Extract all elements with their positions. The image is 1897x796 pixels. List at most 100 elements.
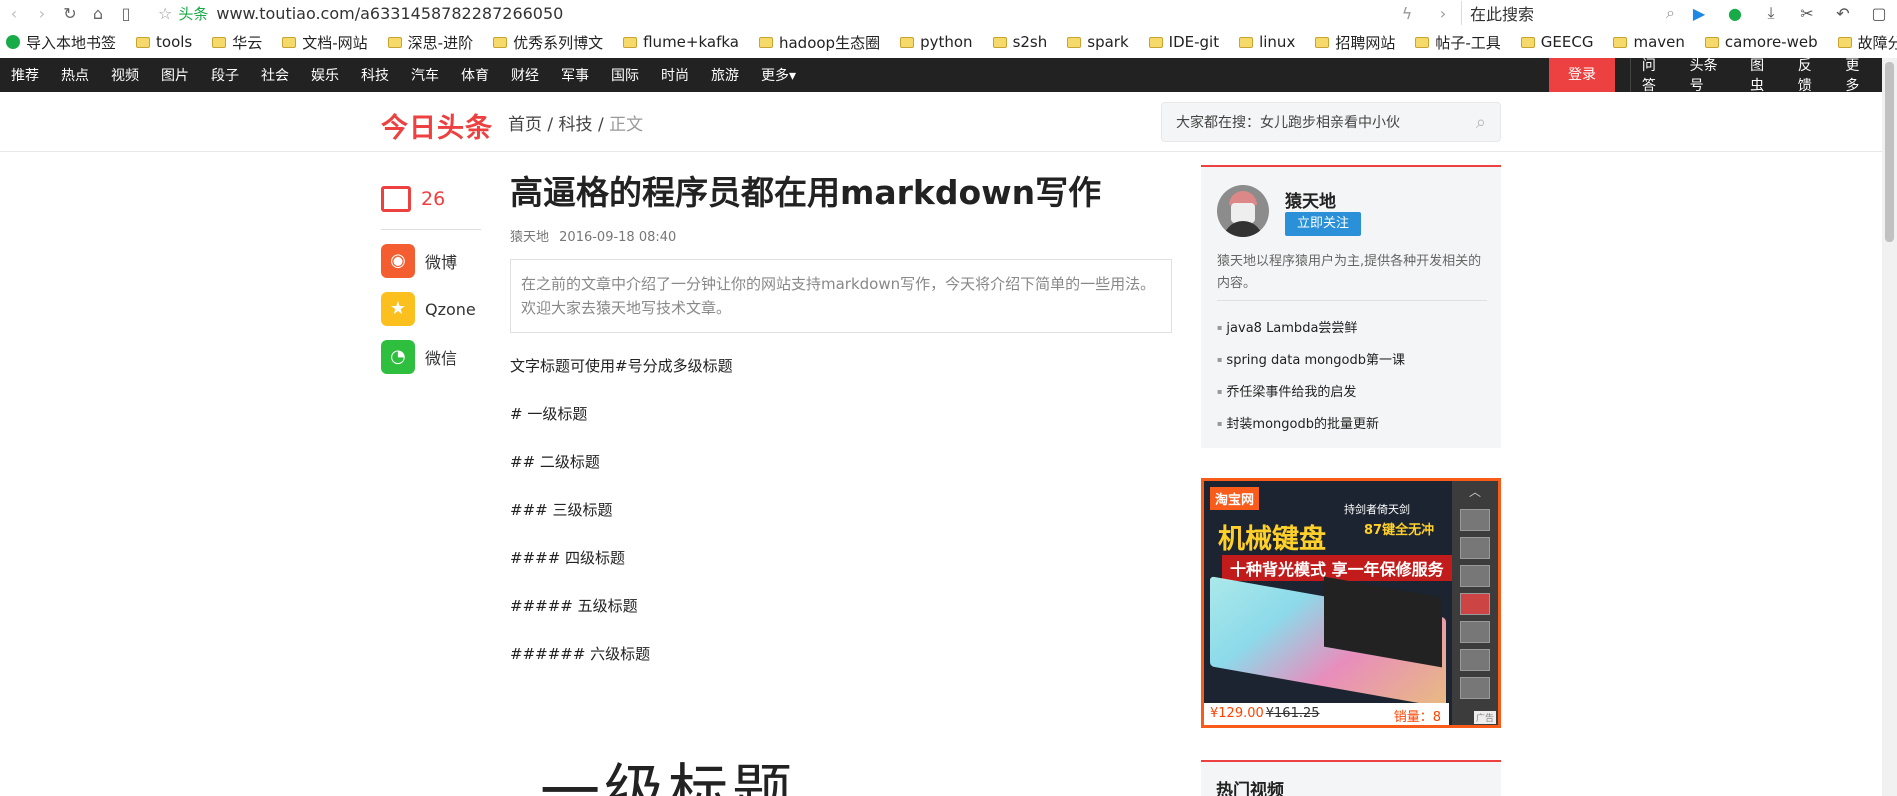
nav-item[interactable]: 汽车	[400, 65, 450, 85]
scrollbar[interactable]	[1882, 58, 1897, 796]
bookmark-folder[interactable]: 优秀系列博文	[493, 32, 603, 53]
import-icon	[6, 35, 20, 49]
nav-item[interactable]: 科技	[350, 65, 400, 85]
bookmark-folder[interactable]: 故障分析	[1837, 32, 1897, 53]
forward-icon[interactable]: ›	[28, 4, 56, 23]
thumbnail[interactable]	[1460, 509, 1490, 531]
nav-item[interactable]: 国际	[600, 65, 650, 85]
bookmark-folder[interactable]: IDE-git	[1148, 33, 1219, 51]
bookmark-folder[interactable]: GEECG	[1520, 33, 1593, 51]
nav-item[interactable]: 热点	[50, 65, 100, 85]
thumbnail[interactable]	[1460, 621, 1490, 643]
article-paragraph: ### 三级标题	[510, 501, 613, 519]
nav-item[interactable]: 娱乐	[300, 65, 350, 85]
article-author[interactable]: 猿天地	[510, 230, 549, 245]
list-item[interactable]: 乔任梁事件给我的启发	[1217, 376, 1492, 408]
nav-right-item[interactable]: 图虫	[1739, 55, 1787, 95]
nav-item[interactable]: 体育	[450, 65, 500, 85]
nav-item[interactable]: 视频	[100, 65, 150, 85]
nav-item[interactable]: 旅游	[700, 65, 750, 85]
list-item[interactable]: 封装mongodb的批量更新	[1217, 408, 1492, 440]
bookmark-folder[interactable]: python	[900, 33, 973, 51]
reader-icon[interactable]: ▯	[112, 4, 140, 23]
thumbnail[interactable]	[1460, 649, 1490, 671]
bookmark-folder[interactable]: linux	[1239, 33, 1295, 51]
nav-more[interactable]: 更多▾	[750, 65, 807, 85]
bookmark-import[interactable]: 导入本地书签	[6, 32, 116, 53]
share-wechat[interactable]: ◔ 微信	[381, 338, 481, 376]
bookmark-folder[interactable]: tools	[136, 33, 192, 51]
download-icon[interactable]: ⤓	[1753, 3, 1789, 23]
nav-item[interactable]: 财经	[500, 65, 550, 85]
nav-item[interactable]: 图片	[150, 65, 200, 85]
nav-item[interactable]: 段子	[200, 65, 250, 85]
article-meta: 猿天地 2016-09-18 08:40	[510, 226, 1172, 245]
browser-search-input[interactable]: 在此搜索 ⌕	[1461, 1, 1681, 25]
article-abstract: 在之前的文章中介绍了一分钟让你的网站支持markdown写作，今天将介绍下简单的…	[510, 259, 1172, 333]
article-image-heading: 一级标题	[540, 758, 796, 796]
bookmark-folder[interactable]: 帖子-工具	[1415, 32, 1501, 53]
thumbnail[interactable]	[1460, 677, 1490, 699]
nav-item[interactable]: 社会	[250, 65, 300, 85]
bookmark-folder[interactable]: 深思-进阶	[387, 32, 473, 53]
list-item[interactable]: java8 Lambda尝尝鲜	[1217, 312, 1492, 344]
hot-video-section: 热门视频	[1201, 760, 1501, 796]
crumb-home[interactable]: 首页	[508, 115, 542, 135]
divider	[381, 229, 481, 230]
bookmark-folder[interactable]: 文档-网站	[282, 32, 368, 53]
nav-item[interactable]: 时尚	[650, 65, 700, 85]
bookmark-folder[interactable]: maven	[1613, 33, 1685, 51]
article-paragraph: ###### 六级标题	[510, 645, 651, 663]
wechat-icon[interactable]: ●	[1717, 4, 1753, 23]
nav-right-item[interactable]: 问答	[1631, 55, 1679, 95]
search-icon[interactable]: ⌕	[1476, 112, 1486, 133]
bookmark-folder[interactable]: spark	[1067, 33, 1129, 51]
url-field[interactable]: www.toutiao.com/a6331458782287266050	[216, 4, 563, 23]
scrollbar-thumb[interactable]	[1885, 62, 1894, 242]
site-search-input[interactable]: 大家都在搜：女儿跑步相亲看中小伙 ⌕	[1161, 102, 1501, 142]
nav-item[interactable]: 军事	[550, 65, 600, 85]
refresh-icon[interactable]: ↻	[56, 4, 84, 23]
back-icon[interactable]: ‹	[0, 4, 28, 23]
lightning-icon[interactable]: ϟ	[1389, 4, 1425, 23]
crumb-category[interactable]: 科技	[559, 115, 593, 135]
chevron-up-icon[interactable]: ︿	[1452, 481, 1498, 503]
star-icon[interactable]: ☆	[158, 4, 172, 23]
bookmark-folder[interactable]: flume+kafka	[623, 33, 739, 51]
play-icon[interactable]: ▶	[1681, 4, 1717, 23]
folder-icon	[1837, 36, 1852, 48]
taobao-ad[interactable]: 淘宝网 持剑者倚天剑 87键全无冲 机械键盘 十种背光模式 享一年保修服务 ︿ …	[1201, 478, 1501, 728]
nav-right-item[interactable]: 更多	[1834, 55, 1882, 95]
bag-icon[interactable]: ▢	[1861, 4, 1897, 23]
comment-count[interactable]: 26	[381, 183, 481, 215]
author-name[interactable]: 猿天地	[1285, 187, 1336, 212]
bookmark-folder[interactable]: 招聘网站	[1315, 32, 1395, 53]
logo[interactable]: 今日头条	[381, 106, 493, 145]
nav-right-item[interactable]: 反馈	[1787, 55, 1835, 95]
bookmark-folder[interactable]: 华云	[212, 32, 262, 53]
login-button[interactable]: 登录	[1549, 58, 1615, 92]
avatar[interactable]	[1217, 185, 1269, 237]
folder-icon	[136, 36, 151, 48]
crumb-sep: /	[547, 115, 559, 135]
bookmark-folder[interactable]: s2sh	[992, 33, 1047, 51]
chevron-right-icon[interactable]: ›	[1425, 4, 1461, 23]
thumbnail[interactable]	[1460, 537, 1490, 559]
bookmark-folder[interactable]: camore-web	[1704, 33, 1818, 51]
thumbnail[interactable]	[1460, 593, 1490, 615]
scissors-icon[interactable]: ✂	[1789, 4, 1825, 23]
follow-button[interactable]: 立即关注	[1285, 212, 1361, 236]
nav-right-item[interactable]: 头条号	[1679, 55, 1739, 95]
bookmark-folder[interactable]: hadoop生态圈	[758, 32, 880, 53]
home-icon[interactable]: ⌂	[84, 4, 112, 23]
thumbnail[interactable]	[1460, 565, 1490, 587]
ad-price: ¥129.00 ¥161.25	[1210, 706, 1320, 721]
undo-icon[interactable]: ↶	[1825, 4, 1861, 23]
divider	[1217, 300, 1487, 301]
list-item[interactable]: spring data mongodb第一课	[1217, 344, 1492, 376]
crumb-sep: /	[597, 115, 610, 135]
share-weibo[interactable]: ◉ 微博	[381, 242, 481, 280]
search-icon[interactable]: ⌕	[1666, 3, 1675, 23]
share-qzone[interactable]: ★ Qzone	[381, 290, 481, 328]
nav-item[interactable]: 推荐	[0, 65, 50, 85]
